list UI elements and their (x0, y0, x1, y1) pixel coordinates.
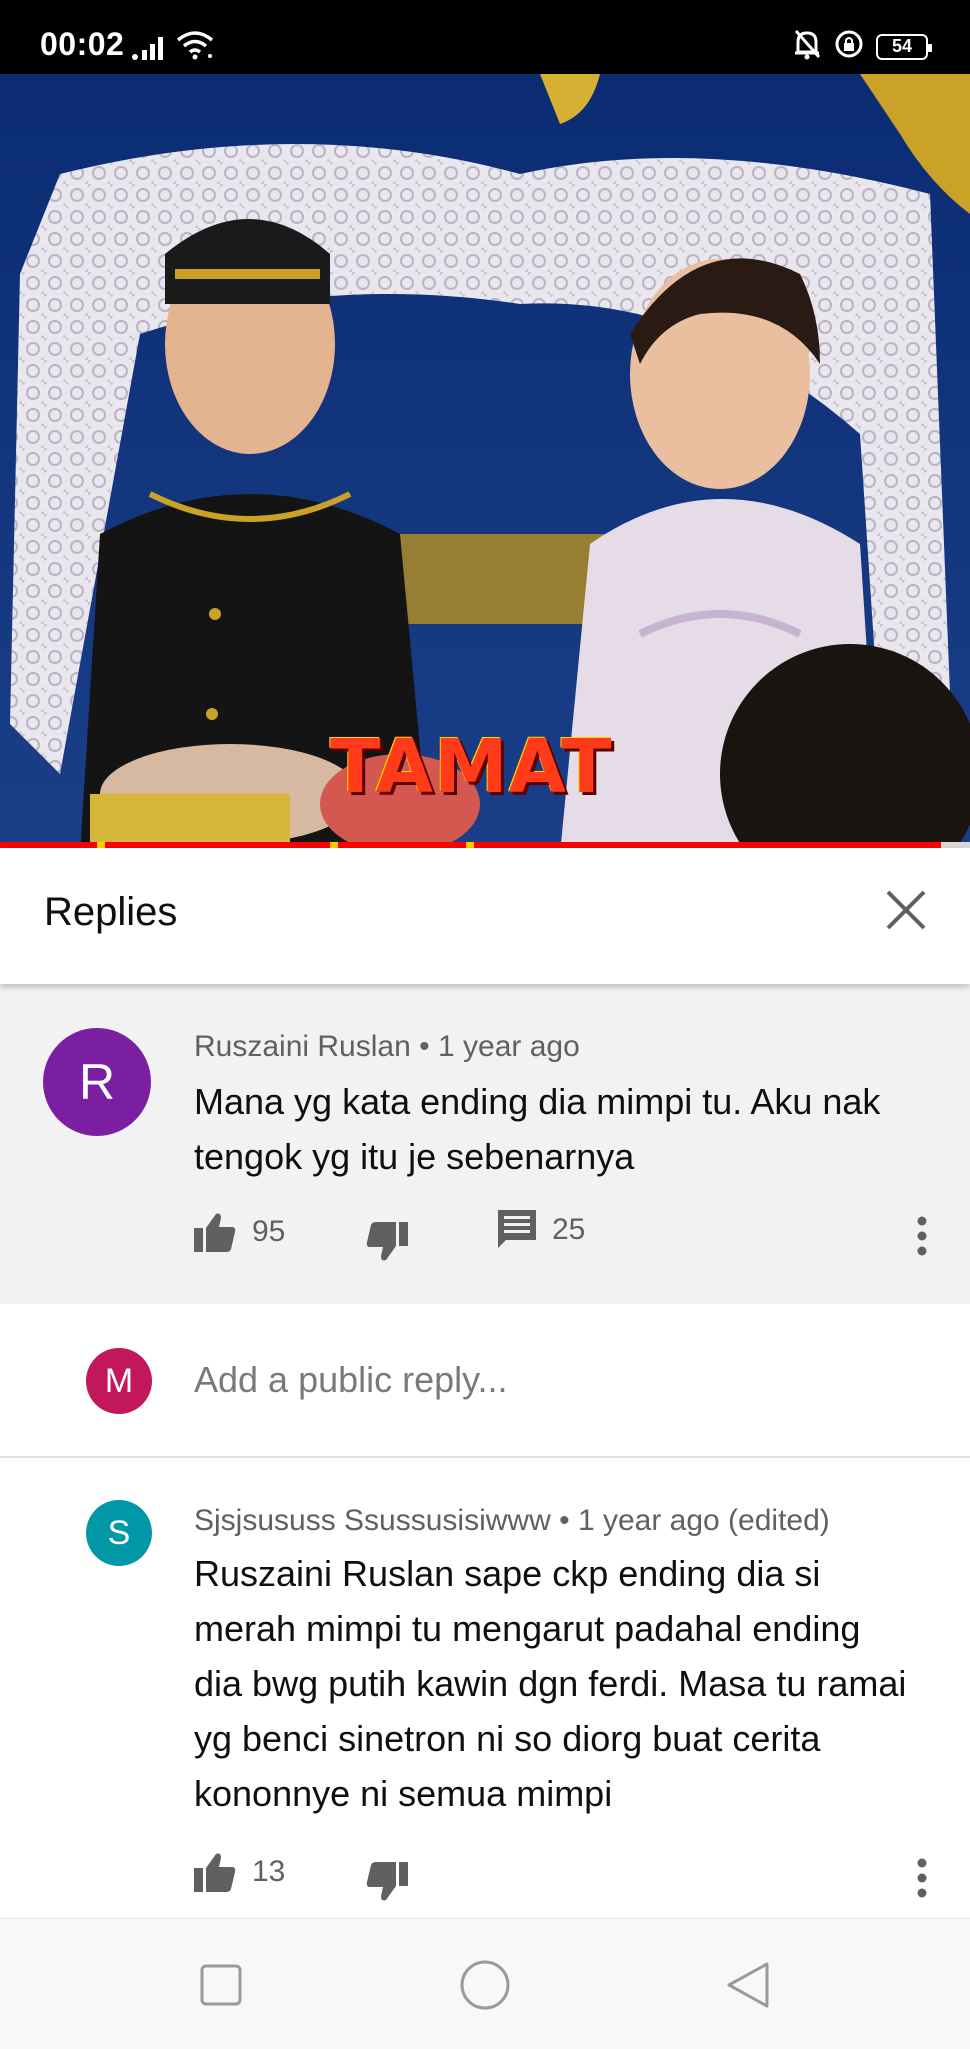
avatar-letter: S (107, 1513, 131, 1552)
reply-text: Ruszaini Ruslan sape ckp ending dia si m… (194, 1553, 907, 1814)
video-overlay-text: TAMAT (330, 724, 613, 810)
reply-time: 1 year ago (edited) (577, 1504, 830, 1537)
replies-header: Replies (0, 848, 970, 984)
dislike-button[interactable] (366, 1222, 408, 1262)
reply-count: 25 (552, 1213, 586, 1246)
thumbs-up-icon (194, 1213, 236, 1252)
thumbs-up-icon (194, 1853, 236, 1892)
reply-author[interactable]: Sjsjsususs Ssussusisiwww (194, 1504, 551, 1537)
thumbs-down-icon (366, 1862, 408, 1901)
recents-button[interactable] (191, 1955, 251, 2015)
reply-menu-button[interactable] (902, 1848, 942, 1908)
close-icon (886, 890, 926, 930)
signal-icon (132, 36, 166, 65)
meta-separator: • (559, 1504, 570, 1537)
reply-meta: Sjsjsususs Ssussusisiwww • 1 year ago (e… (194, 1504, 830, 1538)
reply-input-row: M (0, 1304, 970, 1458)
view-replies-button[interactable]: 25 (498, 1210, 585, 1250)
avatar-letter: R (78, 1054, 116, 1110)
current-user-avatar: M (86, 1348, 152, 1414)
status-time: 00:02 (40, 26, 125, 62)
lock-rotation-icon (834, 29, 864, 64)
battery-indicator: 54 (876, 33, 932, 60)
parent-comment: R Ruszaini Ruslan • 1 year ago Mana yg k… (0, 984, 970, 1304)
thumbs-down-icon (366, 1222, 408, 1261)
back-button[interactable] (718, 1955, 778, 2015)
avatar[interactable]: S (86, 1500, 152, 1566)
avatar-letter: M (104, 1361, 134, 1400)
more-vert-icon (917, 1216, 927, 1256)
public-reply-input[interactable] (194, 1352, 894, 1408)
video-player[interactable]: TAMAT (0, 74, 970, 846)
comment-meta: Ruszaini Ruslan • 1 year ago (194, 1030, 580, 1064)
dislike-button[interactable] (366, 1862, 408, 1902)
comment-author[interactable]: Ruszaini Ruslan (194, 1030, 411, 1063)
square-icon (200, 1964, 242, 2006)
replies-title: Replies (44, 890, 178, 934)
back-triangle-icon (727, 1962, 769, 2008)
comment-time: 1 year ago (437, 1030, 580, 1063)
system-navigation-bar (0, 1918, 970, 2049)
circle-icon (460, 1960, 510, 2010)
more-vert-icon (917, 1858, 927, 1898)
like-count: 95 (252, 1215, 286, 1248)
status-bar: 00:02 54 (0, 0, 970, 74)
like-count: 13 (252, 1855, 286, 1888)
comment-text: Mana yg kata ending dia mimpi tu. Aku na… (194, 1081, 881, 1177)
like-button[interactable]: 13 (194, 1852, 285, 1892)
avatar[interactable]: R (43, 1028, 151, 1136)
comment-menu-button[interactable] (902, 1206, 942, 1266)
like-button[interactable]: 95 (194, 1212, 285, 1252)
wifi-icon (176, 30, 214, 65)
comment-icon (498, 1210, 536, 1248)
home-button[interactable] (455, 1955, 515, 2015)
close-replies-button[interactable] (868, 872, 944, 948)
meta-separator: • (419, 1030, 430, 1063)
mute-notifications-icon (792, 28, 822, 65)
